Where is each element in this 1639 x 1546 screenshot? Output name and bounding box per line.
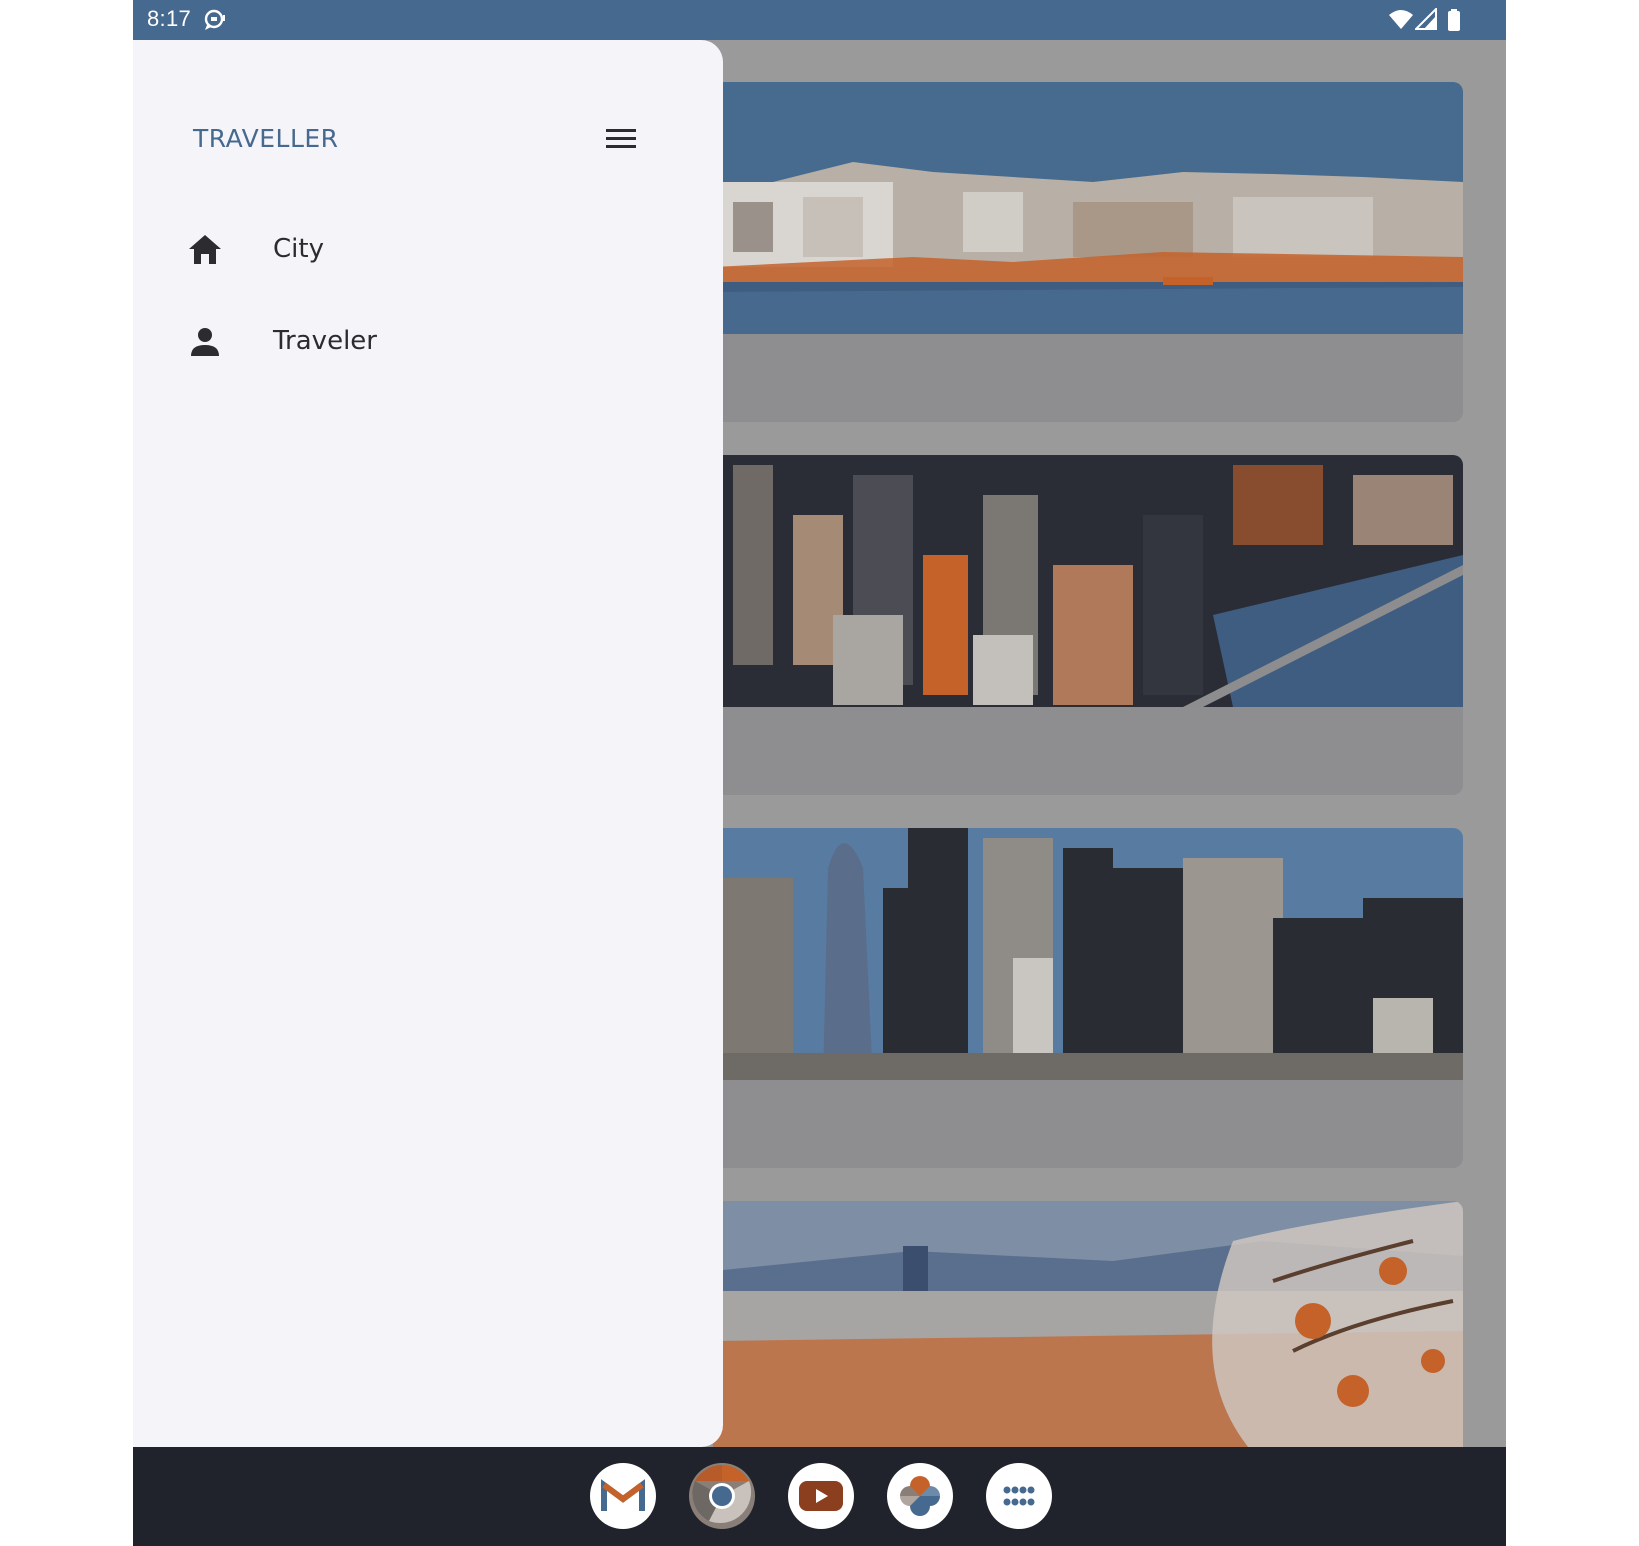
city-card[interactable]	[713, 828, 1463, 1168]
city-card[interactable]	[713, 455, 1463, 795]
downtown-skyscrapers-photo	[713, 828, 1463, 1080]
person-icon	[191, 328, 219, 356]
navigation-drawer: TRAVELLER City Traveler	[133, 40, 723, 1447]
battery-icon	[1447, 9, 1461, 36]
gmail-app[interactable]	[590, 1463, 656, 1529]
chrome-app[interactable]	[689, 1463, 755, 1529]
nav-item-label: City	[273, 234, 324, 264]
city-card[interactable]	[713, 82, 1463, 422]
wifi-icon	[1388, 8, 1414, 35]
hamburger-menu-icon	[606, 129, 636, 148]
nav-item-city[interactable]: City	[173, 214, 693, 286]
nav-item-label: Traveler	[273, 326, 377, 356]
status-time: 8:17	[147, 6, 192, 31]
app-dock	[133, 1447, 1506, 1546]
gmail-icon	[601, 1479, 645, 1511]
city-with-blossoms-photo	[713, 1201, 1463, 1453]
home-icon	[189, 235, 221, 264]
apps-grid-icon	[1003, 1486, 1035, 1506]
chrome-icon	[692, 1465, 752, 1524]
city-skyline-aerial-photo	[713, 455, 1463, 707]
photos-app[interactable]	[887, 1463, 953, 1529]
cell-signal-icon	[1413, 6, 1437, 35]
coastal-town-photo	[713, 82, 1463, 334]
drawer-title: TRAVELLER	[193, 124, 339, 153]
menu-button[interactable]	[597, 114, 645, 162]
app-drawer-button[interactable]	[986, 1463, 1052, 1529]
youtube-app[interactable]	[788, 1463, 854, 1529]
chat-notification-icon	[203, 9, 227, 36]
youtube-icon	[799, 1481, 843, 1511]
nav-item-traveler[interactable]: Traveler	[173, 306, 693, 378]
photos-icon	[900, 1476, 940, 1516]
status-bar: 8:17	[133, 0, 1506, 40]
device-screen: 8:17 TRAVELLER City Traveler	[133, 0, 1506, 1546]
